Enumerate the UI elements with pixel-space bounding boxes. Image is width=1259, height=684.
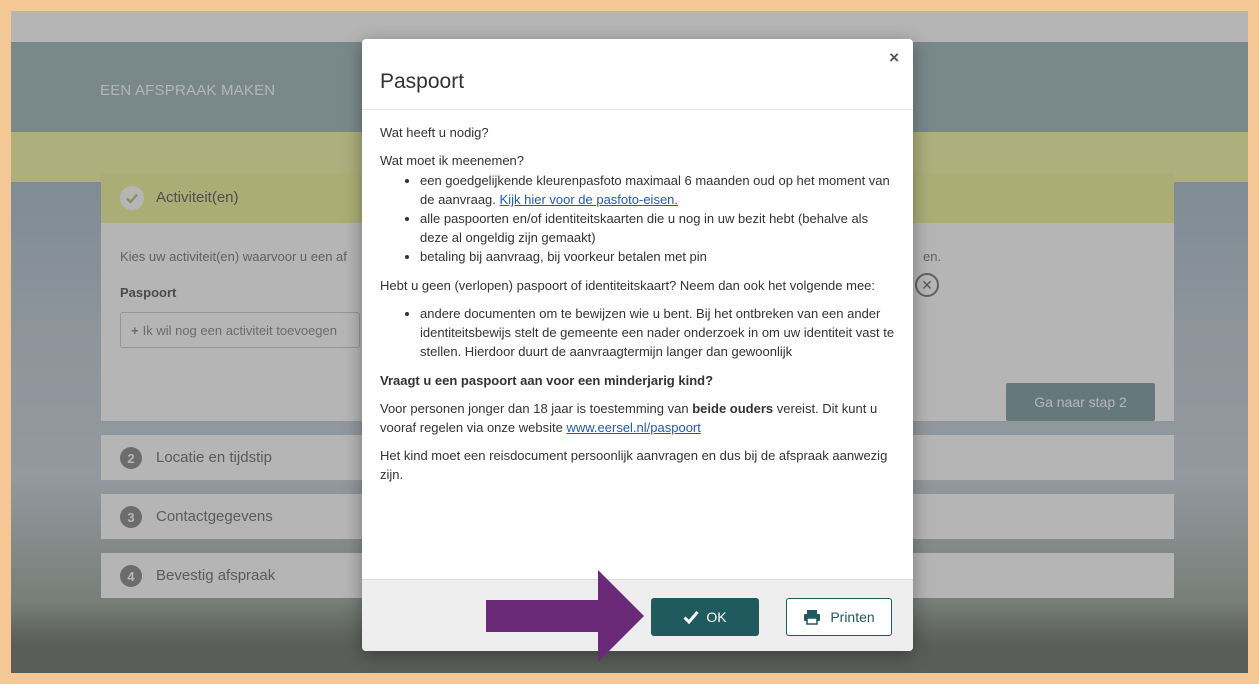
arrow-right-icon: [486, 570, 644, 662]
list-item: alle paspoorten en/of identiteitskaarten…: [420, 209, 895, 247]
modal-title: Paspoort: [380, 70, 465, 93]
passport-website-link[interactable]: www.eersel.nl/paspoort: [566, 420, 700, 435]
extra-documents-list: andere documenten om te bewijzen wie u b…: [380, 304, 895, 361]
question-what-to-bring: Wat moet ik meenemen?: [380, 153, 525, 168]
modal-divider: [362, 109, 913, 110]
photo-requirements-link[interactable]: Kijk hier voor de pasfoto-eisen.: [500, 192, 678, 207]
bring-list: een goedgelijkende kleurenpasfoto maxima…: [380, 171, 895, 266]
minor-paragraph: Voor personen jonger dan 18 jaar is toes…: [380, 399, 895, 437]
child-paragraph: Het kind moet een reisdocument persoonli…: [380, 448, 888, 482]
list-item: andere documenten om te bewijzen wie u b…: [420, 304, 895, 361]
passport-modal: × Paspoort Wat heeft u nodig? Wat moet i…: [362, 39, 913, 651]
print-button-label: Printen: [830, 609, 875, 625]
modal-body: Wat heeft u nodig? Wat moet ik meenemen?…: [380, 123, 895, 493]
print-button[interactable]: Printen: [786, 598, 892, 636]
no-id-paragraph: Hebt u geen (verlopen) paspoort of ident…: [380, 278, 876, 293]
ok-button[interactable]: OK: [651, 598, 759, 636]
close-icon[interactable]: ×: [889, 48, 899, 68]
minor-heading: Vraagt u een paspoort aan voor een minde…: [380, 373, 714, 388]
minor-text-a: Voor personen jonger dan 18 jaar is toes…: [380, 401, 689, 416]
question-what-needed: Wat heeft u nodig?: [380, 125, 489, 140]
list-item: betaling bij aanvraag, bij voorkeur beta…: [420, 247, 895, 266]
list-item: een goedgelijkende kleurenpasfoto maxima…: [420, 171, 895, 209]
minor-text-bold: beide ouders: [692, 401, 774, 416]
printer-icon: [804, 610, 821, 625]
ok-button-label: OK: [706, 609, 727, 625]
check-icon: [683, 611, 700, 624]
